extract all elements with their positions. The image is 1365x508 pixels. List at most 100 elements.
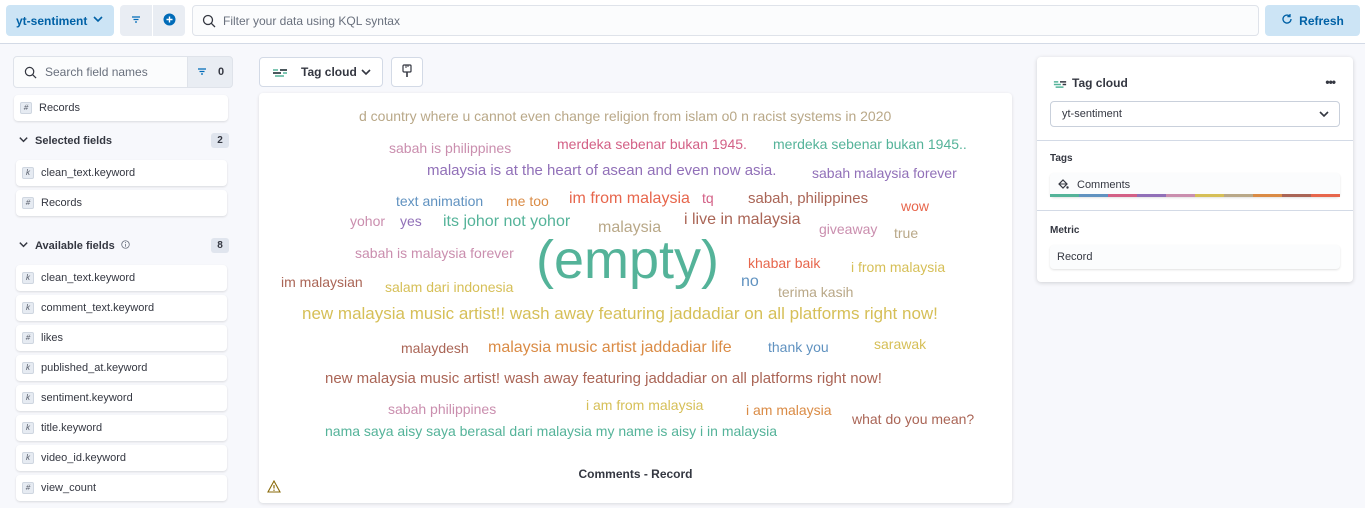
field-name: likes <box>41 332 64 344</box>
field-name: title.keyword <box>41 422 103 434</box>
tag-cloud-word[interactable]: text animation <box>396 194 483 208</box>
field-item[interactable]: k published_at.keyword <box>16 355 227 381</box>
color-palette <box>1050 194 1340 197</box>
visualization-type-picker[interactable]: Tag cloud <box>259 57 383 87</box>
tag-cloud-icon <box>272 67 288 81</box>
tag-cloud-word[interactable]: true <box>894 226 918 240</box>
records-field-item[interactable]: # Records <box>14 95 228 121</box>
warning-icon[interactable] <box>267 479 281 496</box>
tag-cloud-word[interactable]: khabar baik <box>748 256 820 270</box>
tag-cloud-word[interactable]: i live in malaysia <box>684 212 800 228</box>
tag-cloud-word[interactable]: i from malaysia <box>851 260 945 274</box>
field-name: Records <box>39 102 80 114</box>
field-item[interactable]: # Records <box>16 190 227 216</box>
field-search-placeholder: Search field names <box>45 65 148 79</box>
tag-cloud-word[interactable]: nama saya aisy saya berasal dari malaysi… <box>325 424 777 438</box>
palette-swatch <box>1311 194 1340 197</box>
layer-dataview-select[interactable]: yt-sentiment <box>1050 101 1340 127</box>
tag-cloud-word[interactable]: yohor <box>350 214 385 228</box>
info-icon[interactable] <box>121 240 130 252</box>
tag-cloud-word[interactable]: merdeka sebenar bukan 1945. <box>557 137 747 151</box>
kql-placeholder: Filter your data using KQL syntax <box>223 13 400 28</box>
tag-cloud-word[interactable]: new malaysia music artist!! wash away fe… <box>302 305 938 322</box>
dataview-picker-button[interactable]: yt-sentiment <box>6 5 114 36</box>
tag-cloud-word[interactable]: new malaysia music artist! wash away fea… <box>325 371 882 386</box>
tag-cloud-word[interactable]: sabah philippines <box>388 402 496 416</box>
tag-cloud-word[interactable]: im malaysian <box>281 275 363 289</box>
palette-swatch <box>1137 194 1166 197</box>
divider <box>1037 210 1353 211</box>
metric-dimension-button[interactable]: Record <box>1050 245 1340 269</box>
tag-cloud-word[interactable]: malaysia is at the heart of asean and ev… <box>427 163 776 178</box>
tag-cloud-word[interactable]: merdeka sebenar bukan 1945.. <box>773 137 967 151</box>
tag-cloud-word[interactable]: sabah is malaysia forever <box>355 246 514 260</box>
tag-cloud-word[interactable]: malaydesh <box>401 341 469 355</box>
keyword-type-icon: k <box>22 272 34 284</box>
tag-cloud-word[interactable]: wow <box>901 199 929 213</box>
field-item[interactable]: k title.keyword <box>16 415 227 441</box>
keyword-type-icon: k <box>22 422 34 434</box>
field-item[interactable]: k clean_text.keyword <box>16 265 227 291</box>
selected-fields-toggle[interactable]: Selected fields <box>18 134 112 148</box>
tag-cloud-word[interactable]: (empty) <box>536 233 719 287</box>
tag-cloud-word[interactable]: me too <box>506 194 549 208</box>
tag-cloud-word[interactable]: d country where u cannot even change rel… <box>359 109 891 123</box>
paint-bucket-icon <box>1057 178 1069 193</box>
tag-cloud-word[interactable]: sabah is philippines <box>389 141 511 155</box>
palette-swatch <box>1253 194 1282 197</box>
tag-cloud-word[interactable]: sabah, philippines <box>748 191 868 206</box>
field-item[interactable]: k sentiment.keyword <box>16 385 227 411</box>
layer-dataview-value: yt-sentiment <box>1062 108 1122 120</box>
kql-search-input[interactable]: Filter your data using KQL syntax <box>192 5 1259 36</box>
tag-cloud-word[interactable]: im from malaysia <box>569 191 690 207</box>
available-fields-label: Available fields <box>35 240 115 252</box>
tag-cloud-word[interactable]: sarawak <box>874 337 926 351</box>
more-options-icon[interactable]: ••• <box>1325 75 1336 89</box>
field-item[interactable]: # view_count <box>16 475 227 501</box>
palette-swatch <box>1108 194 1137 197</box>
filter-icon <box>130 13 142 28</box>
refresh-button[interactable]: Refresh <box>1265 5 1360 36</box>
field-filter-button[interactable]: 0 <box>187 56 233 88</box>
field-item[interactable]: k video_id.keyword <box>16 445 227 471</box>
field-name: comment_text.keyword <box>41 302 155 314</box>
filter-options-button[interactable] <box>120 5 152 36</box>
chevron-down-icon <box>1318 108 1330 123</box>
field-item[interactable]: k clean_text.keyword <box>16 160 227 186</box>
tag-cloud-word[interactable]: yes <box>400 214 422 228</box>
tag-cloud-word[interactable]: tq <box>702 191 714 205</box>
field-search-input[interactable]: Search field names <box>13 56 188 88</box>
search-icon <box>202 14 216 31</box>
field-filter-count: 0 <box>217 66 225 78</box>
tag-cloud-word[interactable]: thank you <box>768 340 829 354</box>
field-name: clean_text.keyword <box>41 272 136 284</box>
available-fields-toggle[interactable]: Available fields <box>18 239 130 253</box>
tag-cloud-word[interactable]: i am from malaysia <box>586 398 703 412</box>
keyword-type-icon: k <box>22 392 34 404</box>
tag-cloud-word[interactable]: giveaway <box>819 222 877 236</box>
tag-cloud-word[interactable]: what do you mean? <box>852 412 974 426</box>
tag-cloud-word[interactable]: terima kasih <box>778 285 853 299</box>
add-filter-button[interactable] <box>153 5 185 36</box>
palette-swatch <box>1079 194 1108 197</box>
tags-value: Comments <box>1077 179 1131 191</box>
tag-cloud-word[interactable]: i am malaysia <box>746 403 832 417</box>
tag-cloud-word[interactable]: no <box>741 274 759 290</box>
tags-dimension-button[interactable]: Comments <box>1050 173 1340 197</box>
tag-cloud-word[interactable]: sabah malaysia forever <box>812 166 957 180</box>
field-item[interactable]: # likes <box>16 325 227 351</box>
tag-cloud-word[interactable]: malaysia music artist jaddadiar life <box>488 340 732 356</box>
palette-swatch <box>1195 194 1224 197</box>
chevron-down-icon <box>360 66 372 81</box>
layer-config-panel: Tag cloud ••• yt-sentiment Tags Comments… <box>1037 57 1353 282</box>
palette-swatch <box>1166 194 1195 197</box>
number-type-icon: # <box>22 482 34 494</box>
field-name: clean_text.keyword <box>41 167 136 179</box>
number-type-icon: # <box>22 197 34 209</box>
search-icon <box>24 66 37 82</box>
style-settings-button[interactable] <box>391 57 423 87</box>
field-item[interactable]: k comment_text.keyword <box>16 295 227 321</box>
number-type-icon: # <box>22 332 34 344</box>
tag-cloud-word[interactable]: salam dari indonesia <box>385 280 513 294</box>
tag-cloud-word[interactable]: its johor not yohor <box>443 214 570 230</box>
